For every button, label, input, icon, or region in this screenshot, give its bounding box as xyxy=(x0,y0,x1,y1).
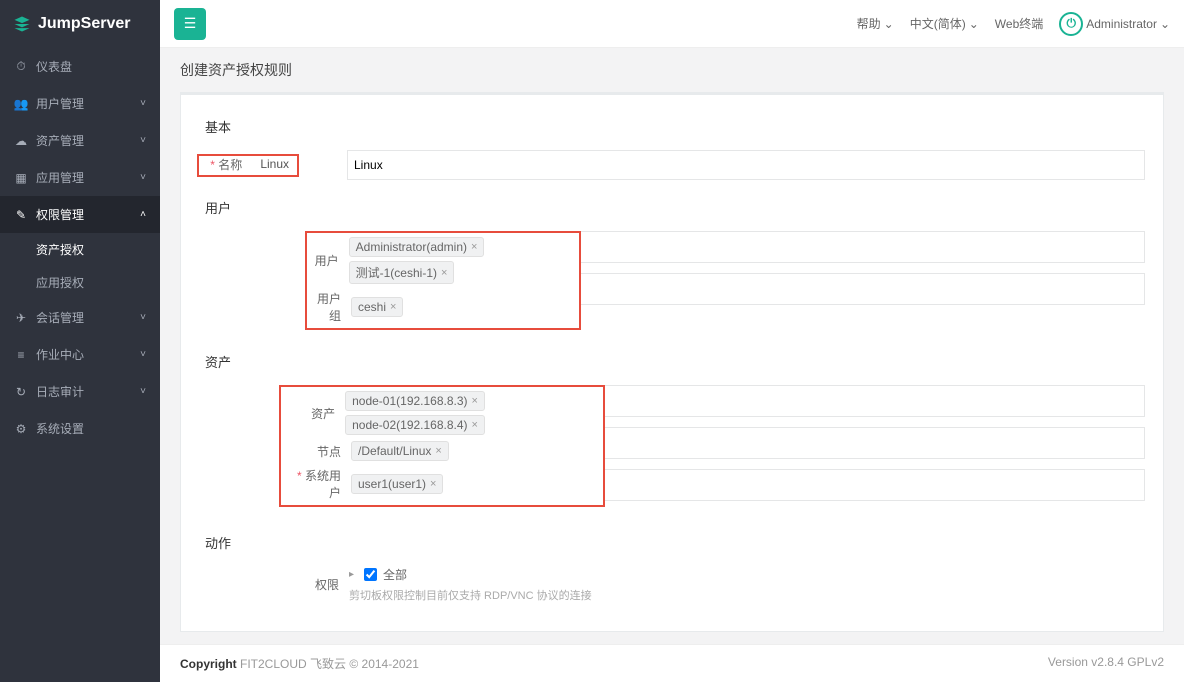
section-action: 动作 xyxy=(199,533,1145,552)
topbar: ☰ 帮助 ⌄ 中文(简体) ⌄ Web终端 ⏻ Administrator ⌄ xyxy=(160,0,1184,48)
section-user: 用户 xyxy=(199,198,1145,217)
perm-all-label: 全部 xyxy=(383,566,407,583)
nav-icon: ≡ xyxy=(14,348,28,362)
sidebar: JumpServer ⏱仪表盘👥用户管理˅☁资产管理˅▦应用管理˅✎权限管理˄资… xyxy=(0,0,160,682)
asset-tag[interactable]: node-01(192.168.8.3)× xyxy=(345,391,485,411)
remove-icon[interactable]: × xyxy=(435,445,441,457)
nav-icon: ✈ xyxy=(14,311,28,325)
nav-list: ⏱仪表盘👥用户管理˅☁资产管理˅▦应用管理˅✎权限管理˄资产授权应用授权✈会话管… xyxy=(0,48,160,447)
webterm-link[interactable]: Web终端 xyxy=(995,15,1043,32)
name-value-preview: Linux xyxy=(252,157,297,171)
nav-icon: ↻ xyxy=(14,385,28,399)
remove-icon[interactable]: × xyxy=(441,267,447,279)
remove-icon[interactable]: × xyxy=(430,478,436,490)
remove-icon[interactable]: × xyxy=(472,395,478,407)
user-menu[interactable]: ⏻ Administrator ⌄ xyxy=(1059,12,1170,36)
chevron-icon: ˄ xyxy=(140,209,146,220)
sidebar-sub-应用授权[interactable]: 应用授权 xyxy=(0,266,160,299)
chevron-icon: ˅ xyxy=(140,349,146,360)
chevron-down-icon: ⌄ xyxy=(1160,17,1170,31)
sidebar-item-作业中心[interactable]: ≡作业中心˅ xyxy=(0,336,160,373)
user-tag[interactable]: 测试-1(ceshi-1)× xyxy=(349,261,455,284)
nav-icon: ▦ xyxy=(14,171,28,185)
user-tag[interactable]: Administrator(admin)× xyxy=(349,237,485,257)
label-name: 名称 xyxy=(199,156,252,173)
nav-icon: ☁ xyxy=(14,134,28,148)
sidebar-item-用户管理[interactable]: 👥用户管理˅ xyxy=(0,85,160,122)
lang-link[interactable]: 中文(简体) ⌄ xyxy=(910,15,979,32)
asset-select[interactable] xyxy=(603,385,1145,417)
form-panel: 基本 名称 Linux 用户 用户 Administrator(admin)× 测… xyxy=(180,92,1164,632)
remove-icon[interactable]: × xyxy=(390,301,396,313)
user-select[interactable] xyxy=(579,231,1145,263)
sidebar-item-日志审计[interactable]: ↻日志审计˅ xyxy=(0,373,160,410)
chevron-icon: ˅ xyxy=(140,98,146,109)
sidebar-item-应用管理[interactable]: ▦应用管理˅ xyxy=(0,159,160,196)
page-title: 创建资产授权规则 xyxy=(160,48,1184,92)
chevron-icon: ˅ xyxy=(140,135,146,146)
sidebar-item-仪表盘[interactable]: ⏱仪表盘 xyxy=(0,48,160,85)
chevron-icon: ˅ xyxy=(140,312,146,323)
sidebar-item-系统设置[interactable]: ⚙系统设置 xyxy=(0,410,160,447)
sidebar-item-权限管理[interactable]: ✎权限管理˄ xyxy=(0,196,160,233)
chevron-icon: ˅ xyxy=(140,386,146,397)
name-input-wrap xyxy=(347,150,1145,180)
version: Version v2.8.4 GPLv2 xyxy=(1048,655,1164,672)
usergroup-select[interactable] xyxy=(579,273,1145,305)
label-user: 用户 xyxy=(311,252,349,269)
asset-tag[interactable]: node-02(192.168.8.4)× xyxy=(345,415,485,435)
node-tag[interactable]: /Default/Linux× xyxy=(351,441,449,461)
main: ☰ 帮助 ⌄ 中文(简体) ⌄ Web终端 ⏻ Administrator ⌄ … xyxy=(160,0,1184,682)
remove-icon[interactable]: × xyxy=(471,241,477,253)
remove-icon[interactable]: × xyxy=(472,419,478,431)
sidebar-item-资产管理[interactable]: ☁资产管理˅ xyxy=(0,122,160,159)
sidebar-item-会话管理[interactable]: ✈会话管理˅ xyxy=(0,299,160,336)
section-basic: 基本 xyxy=(199,117,1145,136)
usergroup-tag[interactable]: ceshi× xyxy=(351,297,403,317)
help-link[interactable]: 帮助 ⌄ xyxy=(857,15,894,32)
brand-text: JumpServer xyxy=(38,15,131,33)
label-node: 节点 xyxy=(285,443,351,460)
label-sysuser: 系统用户 xyxy=(285,467,351,501)
label-usergroup: 用户组 xyxy=(311,290,351,324)
nav-icon: ⚙ xyxy=(14,422,28,436)
nav-icon: 👥 xyxy=(14,97,28,111)
perm-all-checkbox[interactable] xyxy=(364,568,377,581)
sysuser-tag[interactable]: user1(user1)× xyxy=(351,474,443,494)
name-input[interactable] xyxy=(354,154,1138,176)
perm-help: 剪切板权限控制目前仅支持 RDP/VNC 协议的连接 xyxy=(349,587,1145,603)
chevron-down-icon: ⌄ xyxy=(969,17,979,31)
footer: Copyright FIT2CLOUD 飞致云 © 2014-2021 Vers… xyxy=(160,644,1184,682)
power-icon: ⏻ xyxy=(1059,12,1083,36)
sidebar-sub-资产授权[interactable]: 资产授权 xyxy=(0,233,160,266)
label-perm: 权限 xyxy=(199,576,349,593)
expand-icon[interactable]: ▸ xyxy=(349,569,354,580)
toggle-sidebar-button[interactable]: ☰ xyxy=(174,8,206,40)
label-asset: 资产 xyxy=(285,405,345,422)
node-select[interactable] xyxy=(603,427,1145,459)
logo-icon xyxy=(12,14,32,34)
chevron-down-icon: ⌄ xyxy=(884,17,894,31)
section-asset: 资产 xyxy=(199,352,1145,371)
nav-icon: ✎ xyxy=(14,208,28,222)
hamburger-icon: ☰ xyxy=(184,15,197,32)
sysuser-select[interactable] xyxy=(603,469,1145,501)
chevron-icon: ˅ xyxy=(140,172,146,183)
logo[interactable]: JumpServer xyxy=(0,0,160,48)
nav-icon: ⏱ xyxy=(14,60,28,74)
